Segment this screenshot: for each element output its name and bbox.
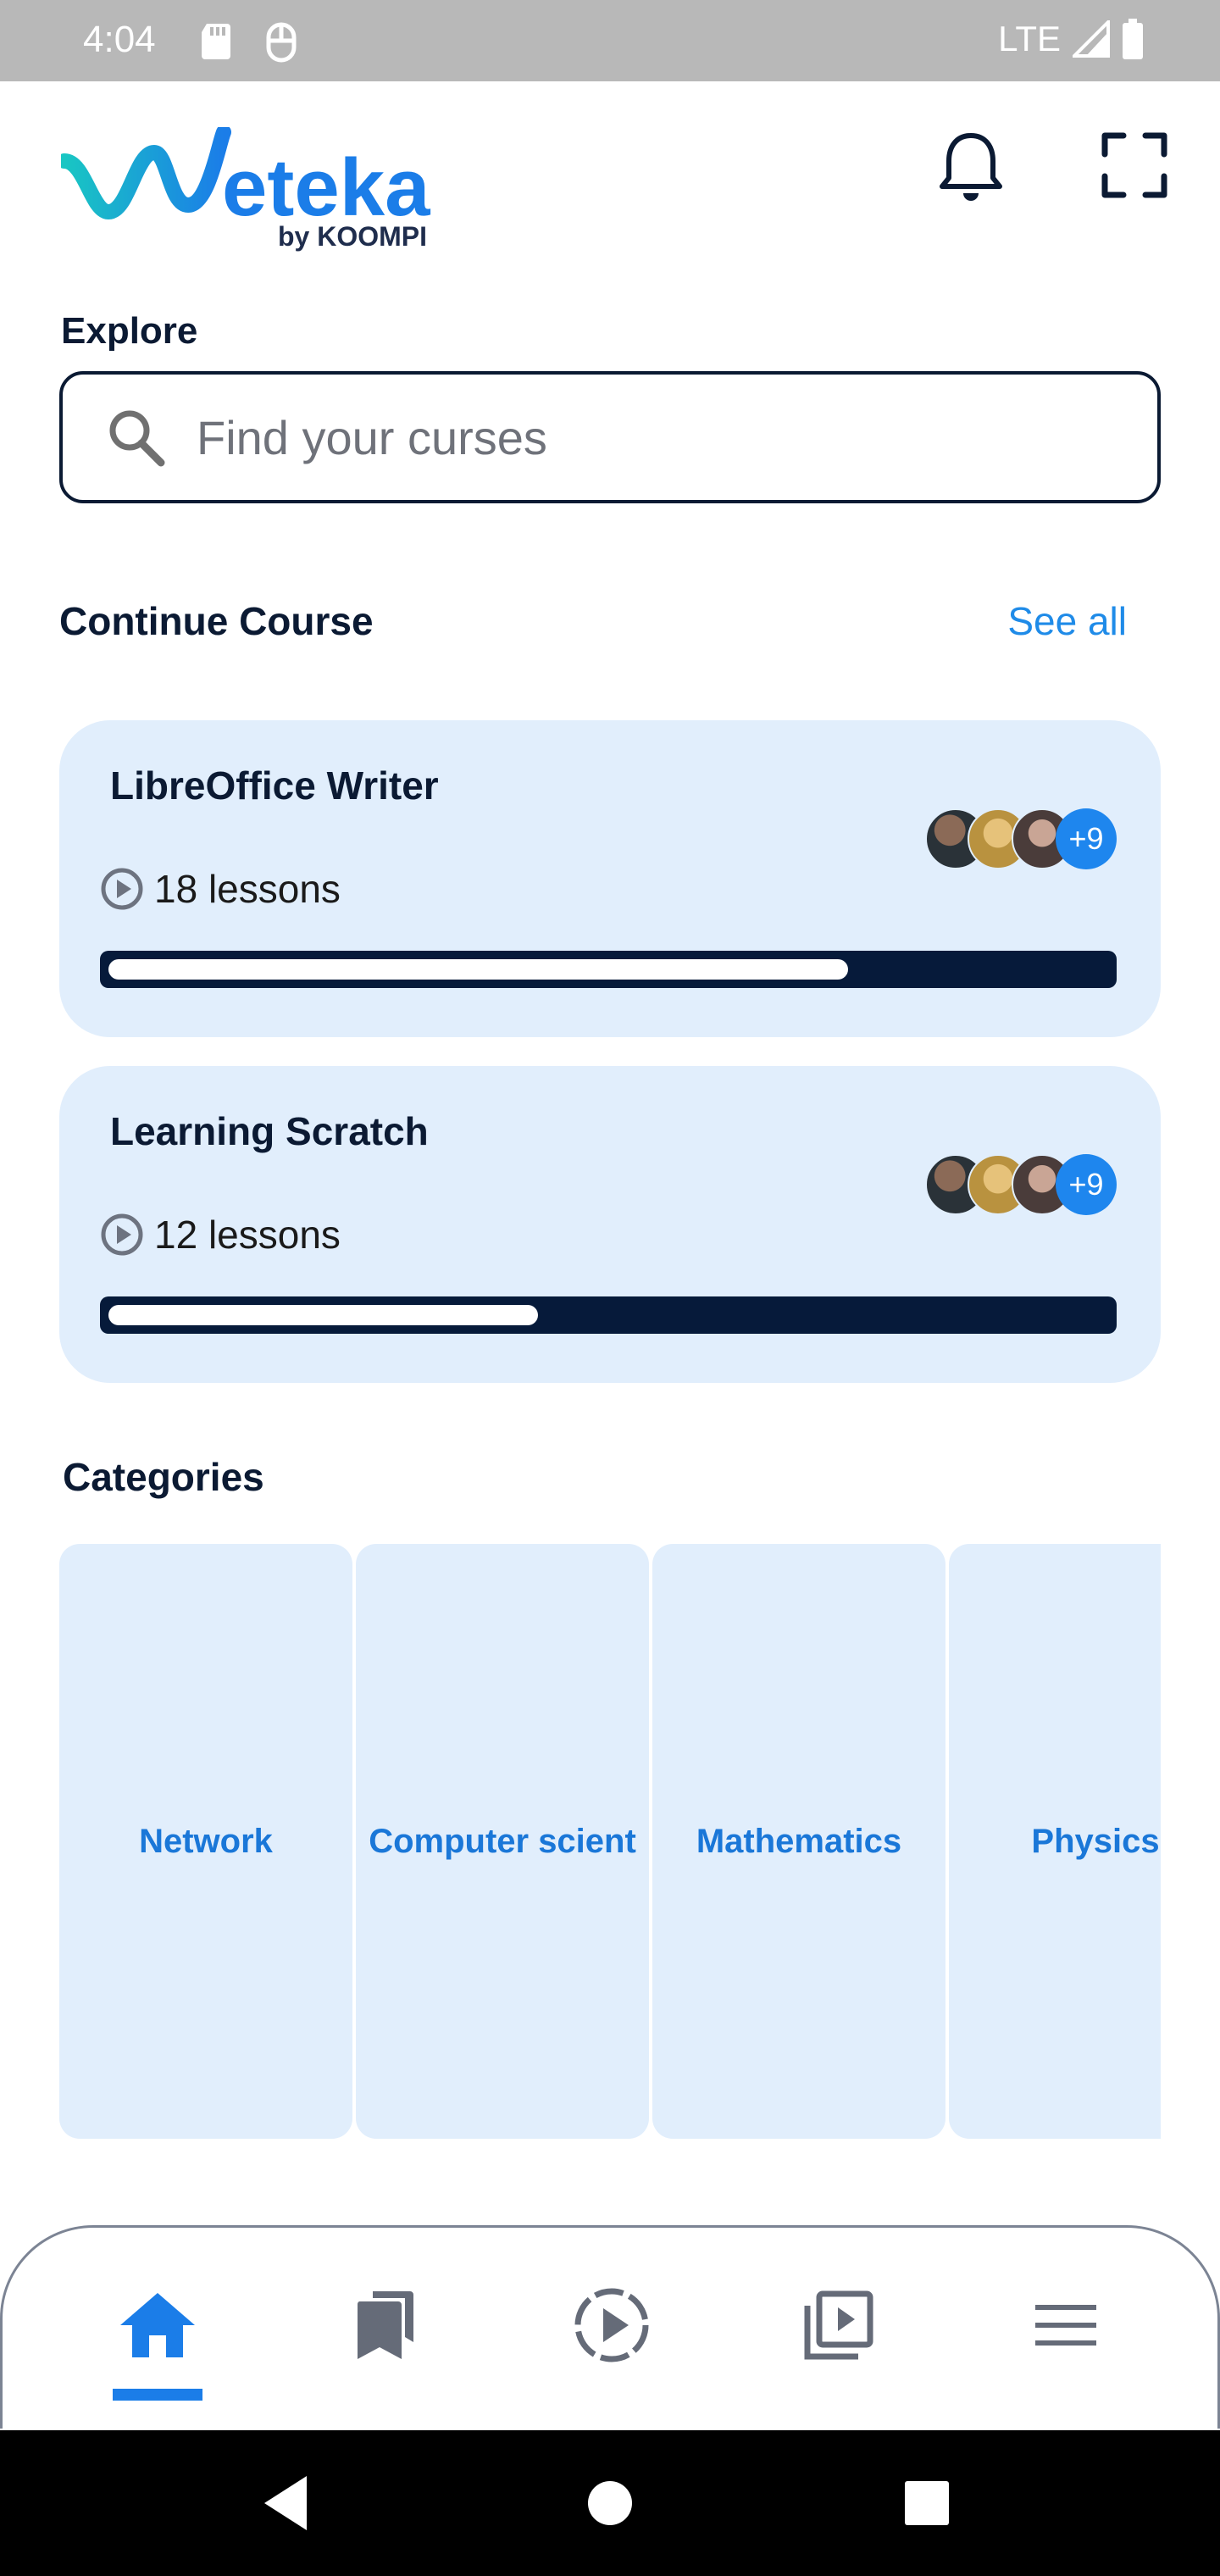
progress-fill xyxy=(108,1305,539,1325)
mouse-icon xyxy=(266,22,297,63)
play-circle-icon xyxy=(101,1213,143,1256)
weteka-logo: eteka by KOOMPI xyxy=(61,127,430,252)
nav-menu[interactable] xyxy=(1019,2279,1112,2372)
category-label: Network xyxy=(139,1822,273,1860)
video-library-icon xyxy=(804,2290,873,2360)
search-icon xyxy=(109,410,165,467)
active-tab-indicator xyxy=(113,2389,202,2401)
category-label: Computer scient xyxy=(369,1822,636,1860)
category-computer-science[interactable]: Computer scient xyxy=(356,1544,649,2139)
android-nav-bar xyxy=(0,2430,1220,2576)
categories-title: Categories xyxy=(63,1455,264,1499)
menu-icon xyxy=(1035,2305,1096,2346)
lessons-info: 12 lessons xyxy=(100,1212,341,1257)
progress-bar xyxy=(100,1296,1117,1334)
category-physics[interactable]: Physics xyxy=(949,1544,1161,2139)
search-box[interactable] xyxy=(59,371,1161,503)
lessons-count: 18 lessons xyxy=(154,867,341,911)
sd-card-icon xyxy=(202,24,230,59)
recents-icon[interactable] xyxy=(891,2468,962,2539)
status-time: 4:04 xyxy=(83,19,156,60)
svg-text:by KOOMPI: by KOOMPI xyxy=(278,221,427,252)
continue-course-title: Continue Course xyxy=(59,599,374,643)
lessons-count: 12 lessons xyxy=(154,1213,341,1257)
course-card-libreoffice[interactable]: LibreOffice Writer +9 18 lessons xyxy=(59,720,1161,1037)
network-type: LTE xyxy=(998,19,1061,58)
lessons-info: 18 lessons xyxy=(100,866,341,912)
search-input[interactable] xyxy=(197,409,1044,465)
scan-icon[interactable] xyxy=(1101,132,1167,198)
bookmarks-icon xyxy=(357,2291,413,2359)
progress-bar xyxy=(100,951,1117,988)
avatar-group: +9 xyxy=(925,1154,1120,1215)
category-label: Mathematics xyxy=(696,1822,902,1860)
status-bar: 4:04 LTE xyxy=(0,0,1220,81)
home-icon xyxy=(120,2293,195,2357)
home-circle-icon[interactable] xyxy=(574,2468,646,2539)
bottom-nav xyxy=(0,2225,1220,2429)
course-title: Learning Scratch xyxy=(110,1109,429,1153)
course-title: LibreOffice Writer xyxy=(110,763,439,808)
signal-icon xyxy=(1073,20,1110,58)
categories-row[interactable]: Network Computer scient Mathematics Phys… xyxy=(59,1544,1161,2139)
category-mathematics[interactable]: Mathematics xyxy=(652,1544,946,2139)
avatar-more-count: +9 xyxy=(1056,808,1117,869)
play-circle-icon xyxy=(574,2288,649,2362)
avatar-group: +9 xyxy=(925,808,1120,869)
play-circle-icon xyxy=(101,868,143,910)
explore-label: Explore xyxy=(61,310,198,352)
battery-icon xyxy=(1123,19,1143,59)
category-network[interactable]: Network xyxy=(59,1544,352,2139)
svg-text:eteka: eteka xyxy=(222,142,430,233)
course-card-scratch[interactable]: Learning Scratch +9 12 lessons xyxy=(59,1066,1161,1383)
nav-play[interactable] xyxy=(565,2279,658,2372)
nav-videos[interactable] xyxy=(792,2279,885,2372)
see-all-link[interactable]: See all xyxy=(1007,598,1127,644)
bell-icon[interactable] xyxy=(937,130,1005,203)
avatar-more-count: +9 xyxy=(1056,1154,1117,1215)
back-icon[interactable] xyxy=(254,2468,325,2539)
progress-fill xyxy=(108,959,849,980)
nav-home[interactable] xyxy=(111,2279,204,2372)
nav-bookmarks[interactable] xyxy=(338,2279,431,2372)
category-label: Physics xyxy=(1031,1822,1160,1860)
